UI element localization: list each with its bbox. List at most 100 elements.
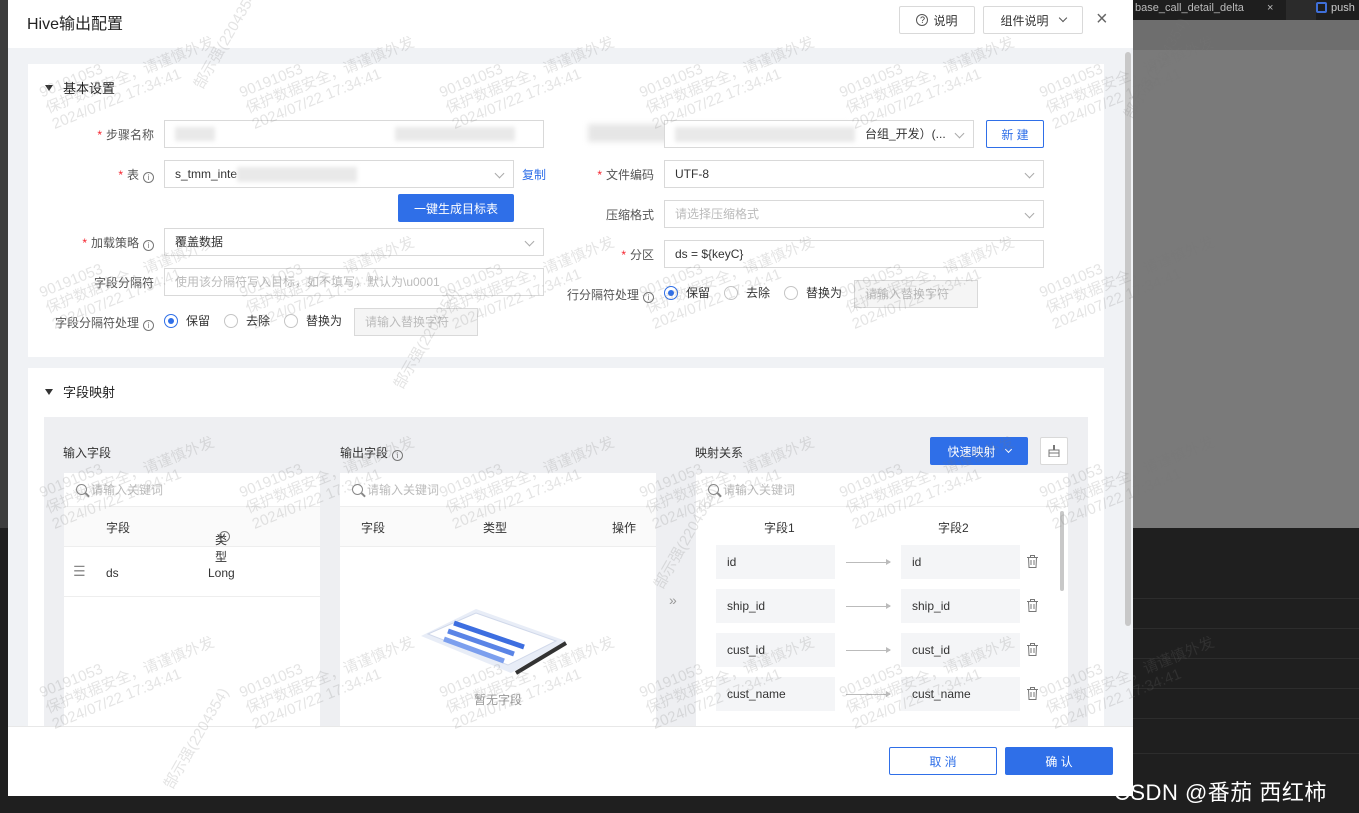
radio-replace[interactable]: 替换为 xyxy=(284,312,342,329)
row-separator-radio-group: 保留 去除 替换为 xyxy=(664,284,856,301)
confirm-button[interactable]: 确 认 xyxy=(1005,747,1113,775)
clear-brush-icon[interactable] xyxy=(1040,437,1068,465)
mapping-arrow xyxy=(846,559,891,565)
partition-input[interactable]: ds = ${keyC} xyxy=(664,240,1044,268)
chevron-down-icon xyxy=(954,128,965,139)
table-select[interactable]: s_tmm_inte xyxy=(164,160,514,188)
copy-link[interactable]: 复制 xyxy=(522,166,546,183)
new-datasource-button[interactable]: 新 建 xyxy=(986,120,1044,148)
datasource-select[interactable]: 台组_开发）(... xyxy=(664,120,974,148)
table-row[interactable]: ☰ ds Long xyxy=(64,549,320,597)
input-fields-panel: 请输入关键词 字段 类型 i ☰ ds Long xyxy=(64,473,320,726)
search-icon xyxy=(352,484,363,495)
field-separator-input[interactable]: 使用该分隔符写入目标，如不填写，默认为\u0001 xyxy=(164,268,544,296)
close-icon[interactable]: × xyxy=(1096,8,1108,31)
relation-search[interactable]: 请输入关键词 xyxy=(696,473,1068,507)
radio-keep[interactable]: 保留 xyxy=(664,284,710,301)
compression-select[interactable]: 请选择压缩格式 xyxy=(664,200,1044,228)
chevron-down-icon xyxy=(1058,13,1067,23)
empty-text: 暂无字段 xyxy=(473,693,522,707)
radio-remove[interactable]: 去除 xyxy=(224,312,270,329)
compression-label: 压缩格式 xyxy=(605,208,654,222)
input-fields-title: 输入字段 xyxy=(63,446,112,460)
mapping-target-cell[interactable]: cust_id xyxy=(901,633,1020,667)
csdn-watermark: CSDN @番茄 西红柿 xyxy=(1114,780,1327,805)
dialog-footer: 取 消 确 认 xyxy=(8,726,1133,796)
mapping-target-cell[interactable]: id xyxy=(901,545,1020,579)
dialog-scrollbar[interactable] xyxy=(1125,52,1131,626)
row-separator-handle-label: 行分隔符处理 i xyxy=(548,286,654,303)
section-title: 基本设置 xyxy=(63,81,116,96)
encoding-label: * 文件编码 xyxy=(597,168,654,182)
dialog-title: Hive输出配置 xyxy=(27,16,124,33)
output-fields-panel: 请输入关键词 字段 类型 操作 暂无字段 xyxy=(340,473,656,726)
background-tab-close-icon[interactable]: × xyxy=(1267,0,1273,16)
mapping-source-cell[interactable]: ship_id xyxy=(716,589,835,623)
background-tab-bar: base_call_detail_delta × push xyxy=(1133,0,1359,20)
info-icon: i xyxy=(143,320,154,331)
generate-target-table-button[interactable]: 一键生成目标表 xyxy=(398,194,514,222)
chevron-down-icon xyxy=(1024,168,1035,179)
mapping-target-cell[interactable]: cust_name xyxy=(901,677,1020,711)
field-separator-handle-label: 字段分隔符处理 i xyxy=(44,314,154,331)
help-button[interactable]: ? 说明 xyxy=(899,6,975,34)
mapping-target-cell[interactable]: ship_id xyxy=(901,589,1020,623)
field-mapping-header[interactable]: 字段映射 xyxy=(45,382,115,401)
basic-settings-card: 基本设置 * 步骤名称 * 表 i s_tmm_inte 复制 一键生成目标表 * 加载… xyxy=(28,64,1104,357)
drag-handle-icon: ☰ xyxy=(73,563,86,579)
step-name-input[interactable] xyxy=(164,120,544,148)
info-icon: i xyxy=(643,292,654,303)
load-strategy-label: * 加载策略 i xyxy=(68,234,154,251)
quick-map-button[interactable]: 快速映射 xyxy=(930,437,1028,465)
search-icon xyxy=(76,484,87,495)
output-search[interactable]: 请输入关键词 xyxy=(340,473,656,507)
radio-keep[interactable]: 保留 xyxy=(164,312,210,329)
field-mapping-card: 字段映射 输入字段 输出字段 i 映射关系 快速映射 请输入关键词 字段 类型 … xyxy=(28,368,1104,726)
table-label: * 表 i xyxy=(88,166,154,183)
field-separator-label: 字段分隔符 xyxy=(93,276,154,290)
mapping-source-cell[interactable]: id xyxy=(716,545,835,579)
component-help-dropdown[interactable]: 组件说明 xyxy=(983,6,1083,34)
row-replace-input[interactable]: 请输入替换字符 xyxy=(854,280,978,308)
help-button-label: 说明 xyxy=(933,13,958,28)
background-bar xyxy=(1133,20,1359,50)
background-tab-label[interactable]: base_call_detail_delta xyxy=(1135,0,1244,20)
section-title: 字段映射 xyxy=(63,385,116,400)
file-icon xyxy=(1316,2,1327,13)
mapping-relation-title: 映射关系 xyxy=(695,446,744,460)
partition-label: * 分区 xyxy=(621,248,654,262)
dialog-header: Hive输出配置 ? 说明 组件说明 × xyxy=(8,0,1133,40)
scrollbar[interactable] xyxy=(1060,511,1064,591)
input-search[interactable]: 请输入关键词 xyxy=(64,473,320,507)
trash-icon[interactable] xyxy=(1027,599,1038,612)
info-icon: i xyxy=(219,531,230,542)
radio-remove[interactable]: 去除 xyxy=(724,284,770,301)
input-table-header: 字段 类型 i xyxy=(64,507,320,564)
chevron-down-icon xyxy=(524,236,535,247)
field-replace-input[interactable]: 请输入替换字符 xyxy=(354,308,478,336)
trash-icon[interactable] xyxy=(1027,555,1038,568)
mapping-arrow xyxy=(846,691,891,697)
background-tab2-label[interactable]: push xyxy=(1331,0,1355,16)
chevron-down-icon xyxy=(494,168,505,179)
trash-icon[interactable] xyxy=(1027,643,1038,656)
mapping-source-cell[interactable]: cust_name xyxy=(716,677,835,711)
trash-icon[interactable] xyxy=(1027,687,1038,700)
encoding-select[interactable]: UTF-8 xyxy=(664,160,1044,188)
double-chevron-right-icon[interactable]: » xyxy=(669,592,677,608)
output-table-header: 字段 类型 操作 xyxy=(340,507,656,547)
background-overlay xyxy=(1133,20,1359,528)
chevron-down-icon xyxy=(1024,208,1035,219)
field-separator-radio-group: 保留 去除 替换为 xyxy=(164,312,356,329)
basic-settings-header[interactable]: 基本设置 xyxy=(45,78,115,97)
info-icon: i xyxy=(392,450,404,461)
mapping-source-cell[interactable]: cust_id xyxy=(716,633,835,667)
dialog-body: 基本设置 * 步骤名称 * 表 i s_tmm_inte 复制 一键生成目标表 * 加载… xyxy=(8,48,1133,726)
mapping-arrow xyxy=(846,647,891,653)
info-icon: i xyxy=(143,240,154,251)
cancel-button[interactable]: 取 消 xyxy=(889,747,997,775)
hive-output-dialog: Hive输出配置 ? 说明 组件说明 × 基本设置 * 步骤名称 * 表 i s_tm… xyxy=(8,0,1133,796)
load-strategy-select[interactable]: 覆盖数据 xyxy=(164,228,544,256)
radio-replace[interactable]: 替换为 xyxy=(784,284,842,301)
chevron-down-icon xyxy=(1004,445,1012,454)
